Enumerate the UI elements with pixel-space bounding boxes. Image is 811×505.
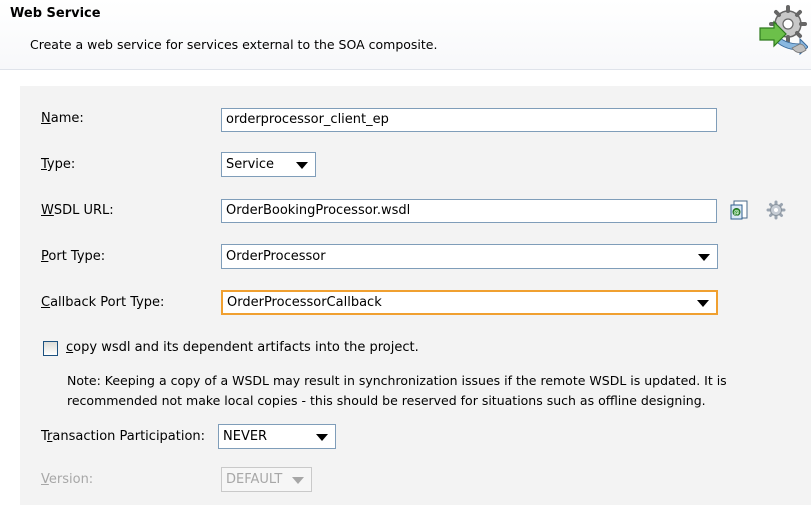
name-label: Name: — [41, 111, 84, 126]
wsdl-url-label: WSDL URL: — [41, 203, 114, 218]
copy-wsdl-label[interactable]: copy wsdl and its dependent artifacts in… — [66, 340, 419, 355]
web-service-gear-arrow-icon — [759, 5, 808, 56]
version-label: Version: — [41, 472, 94, 487]
gear-icon[interactable] — [765, 199, 787, 221]
copy-wsdl-note: Note: Keeping a copy of a WSDL may resul… — [67, 373, 727, 408]
callback-port-type-select[interactable]: OrderProcessorCallback — [221, 290, 718, 315]
find-wsdl-icon[interactable]: @ — [728, 199, 750, 221]
dialog-title: Web Service — [10, 6, 101, 21]
type-select[interactable]: Service — [221, 152, 316, 177]
port-type-select[interactable]: OrderProcessor — [221, 244, 718, 269]
chevron-down-icon — [296, 161, 308, 169]
chevron-down-icon — [316, 433, 328, 441]
dialog-header: Web Service Create a web service for ser… — [0, 0, 811, 70]
chevron-down-icon — [292, 476, 304, 484]
copy-wsdl-checkbox[interactable] — [43, 341, 58, 356]
callback-port-type-label: Callback Port Type: — [41, 295, 165, 310]
transaction-participation-select[interactable]: NEVER — [218, 424, 336, 449]
transaction-participation-label: Transaction Participation: — [41, 429, 206, 444]
name-input[interactable]: orderprocessor_client_ep — [221, 108, 717, 132]
chevron-down-icon — [697, 299, 709, 307]
chevron-down-icon — [698, 253, 710, 261]
wsdl-url-input[interactable]: OrderBookingProcessor.wsdl — [221, 199, 717, 223]
dialog-description: Create a web service for services extern… — [30, 37, 438, 52]
port-type-label: Port Type: — [41, 249, 106, 264]
svg-text:@: @ — [734, 210, 740, 217]
version-select: DEFAULT — [221, 467, 312, 492]
type-label: Type: — [41, 157, 76, 172]
